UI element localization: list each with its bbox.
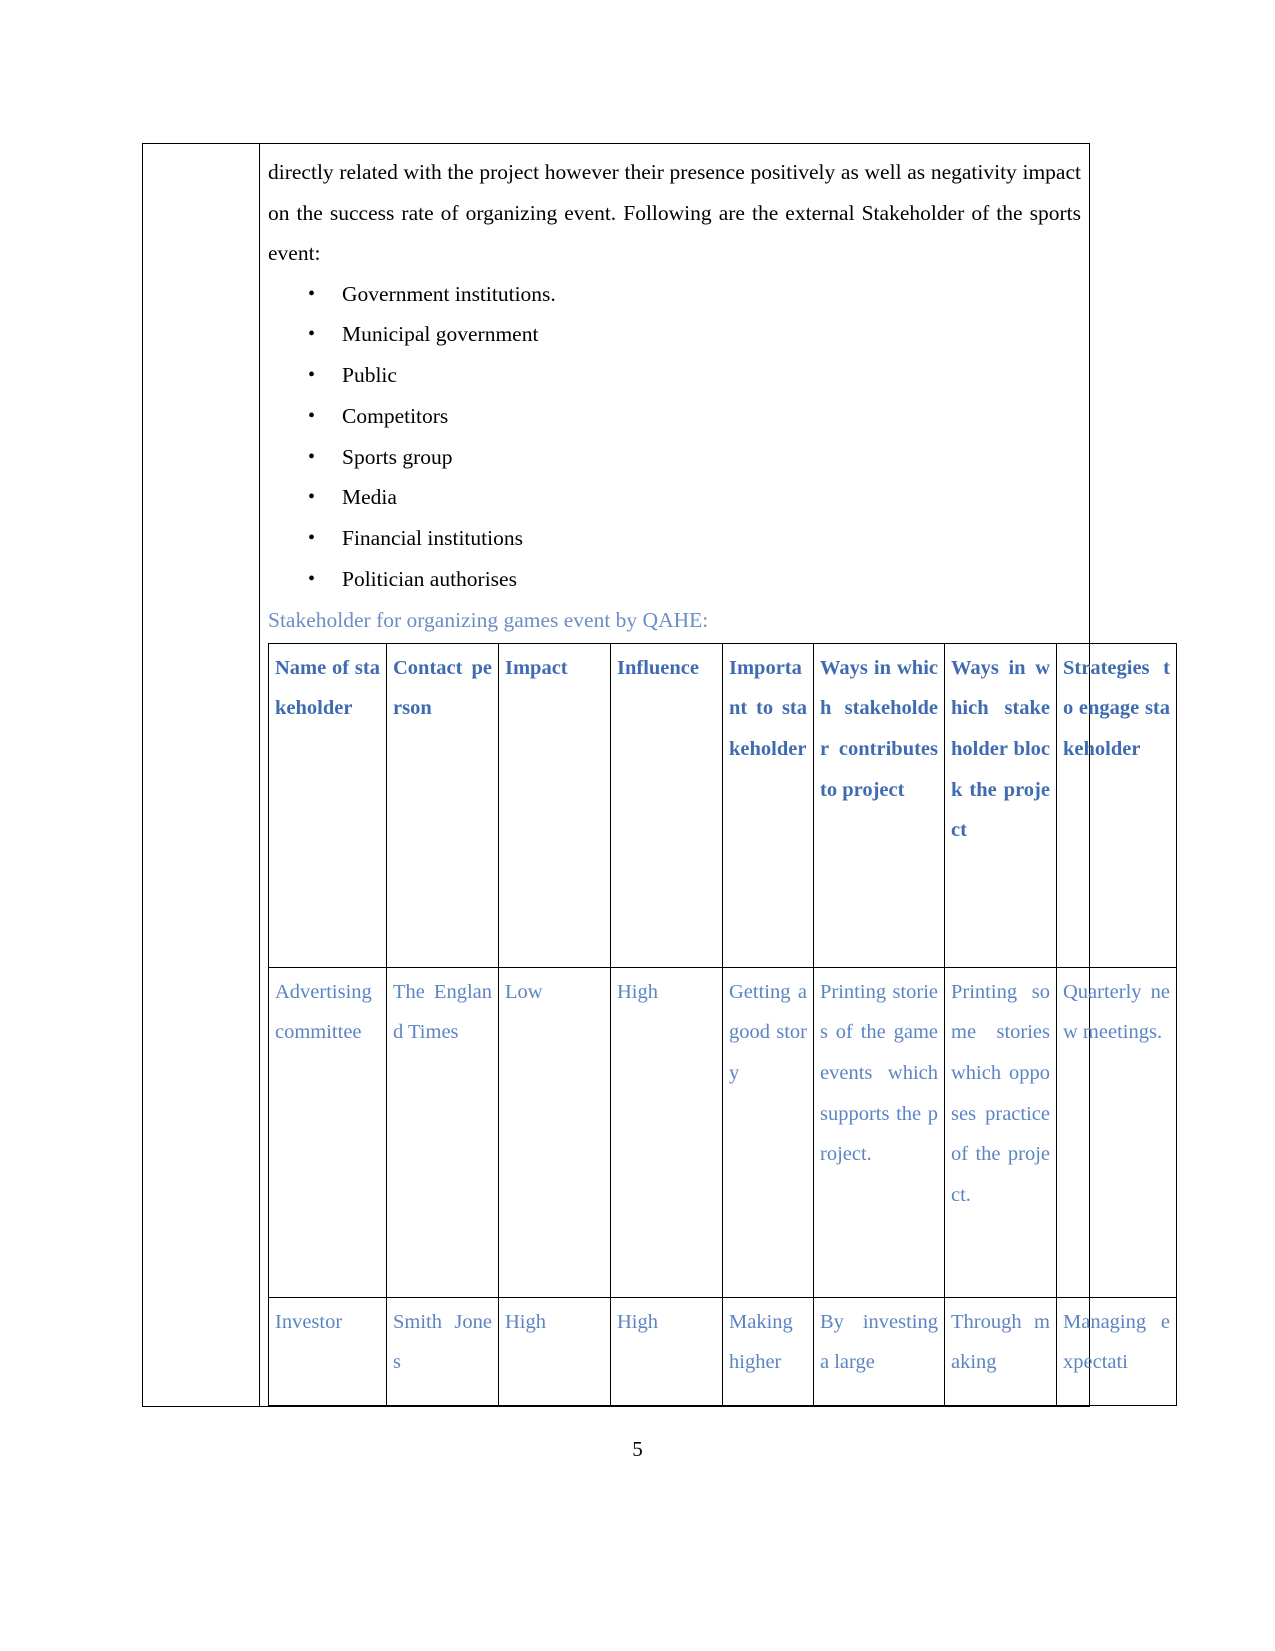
intro-paragraph: directly related with the project howeve… [268, 160, 1081, 265]
table-row: Investor Smith Jones High High Making hi… [268, 1296, 1177, 1406]
external-stakeholder-list: Government institutions. Municipal gover… [268, 274, 1081, 600]
cell-influence: High [610, 1296, 723, 1406]
cell-contact-person: The England Times [386, 966, 499, 1298]
cell-influence: High [610, 966, 723, 1298]
cell-name-of-stakeholder: Investor [268, 1296, 387, 1406]
list-item: Politician authorises [268, 559, 1081, 600]
cell-name-of-stakeholder: Advertising committee [268, 966, 387, 1298]
cell-strategies-to-engage: Managing expectati [1056, 1296, 1177, 1406]
main-content-cell: directly related with the project howeve… [259, 143, 1177, 1407]
cell-impact: Low [498, 966, 611, 1298]
column-header-ways-block: Ways in which stakeholder block the proj… [944, 642, 1057, 968]
page-frame-row: directly related with the project howeve… [142, 143, 1177, 1407]
document-page: directly related with the project howeve… [0, 0, 1275, 1651]
column-header-contact-person: Contact person [386, 642, 499, 968]
column-header-important-to-stakeholder: Important to stakeholder [722, 642, 814, 968]
cell-ways-block: Through making [944, 1296, 1057, 1406]
cell-ways-contributes: By investing a large [813, 1296, 945, 1406]
list-item: Media [268, 477, 1081, 518]
column-header-name-of-stakeholder: Name of stakeholder [268, 642, 387, 968]
list-item: Municipal government [268, 314, 1081, 355]
cell-ways-contributes: Printing stories of the game events whic… [813, 966, 945, 1298]
column-header-influence: Influence [610, 642, 723, 968]
table-row: Advertising committee The England Times … [268, 966, 1177, 1298]
list-item: Government institutions. [268, 274, 1081, 315]
left-gutter-cell [142, 143, 260, 1407]
list-item: Public [268, 355, 1081, 396]
stakeholder-table: Name of stakeholder Contact person Impac… [268, 642, 1177, 1406]
cell-impact: High [498, 1296, 611, 1406]
page-frame-table: directly related with the project howeve… [142, 143, 1177, 1407]
column-header-strategies-to-engage: Strategies to engage stakeholder [1056, 642, 1177, 968]
table-header: Name of stakeholder Contact person Impac… [268, 642, 1177, 968]
table-body: Advertising committee The England Times … [268, 966, 1177, 1406]
list-item: Sports group [268, 437, 1081, 478]
cell-important-to-stakeholder: Getting a good story [722, 966, 814, 1298]
page-number: 5 [632, 1437, 643, 1461]
table-caption: Stakeholder for organizing games event b… [268, 607, 709, 632]
list-item: Financial institutions [268, 518, 1081, 559]
cell-contact-person: Smith Jones [386, 1296, 499, 1406]
list-item: Competitors [268, 396, 1081, 437]
cell-important-to-stakeholder: Making higher [722, 1296, 814, 1406]
cell-strategies-to-engage: Quarterly new meetings. [1056, 966, 1177, 1298]
table-header-row: Name of stakeholder Contact person Impac… [268, 642, 1177, 968]
column-header-impact: Impact [498, 642, 611, 968]
cell-ways-block: Printing some stories which opposes prac… [944, 966, 1057, 1298]
column-header-ways-contributes: Ways in which stakeholder contributes to… [813, 642, 945, 968]
